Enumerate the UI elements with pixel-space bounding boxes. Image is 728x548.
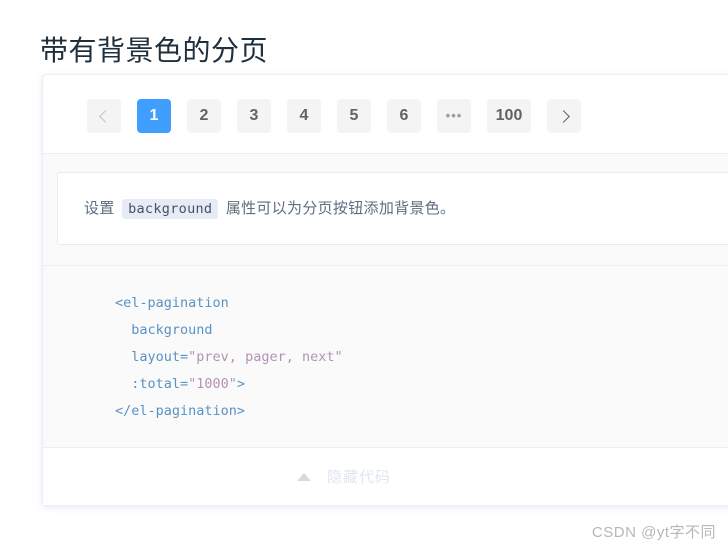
pagination-page-3[interactable]: 3 [237,99,271,133]
code-block: <el-pagination background layout="prev, … [43,290,728,425]
pagination-prev-button[interactable] [87,99,121,133]
pagination-page-100[interactable]: 100 [487,99,531,133]
hide-code-label: 隐藏代码 [326,469,391,486]
hide-code-button[interactable]: 隐藏代码 [43,448,728,505]
pagination-page-5[interactable]: 5 [337,99,371,133]
pagination-page-6[interactable]: 6 [387,99,421,133]
chevron-right-icon [556,109,570,123]
page-title: 带有背景色的分页 [40,34,269,66]
code-line-4-attr: :total= [131,376,189,392]
code-line-1: <el-pagination [115,295,229,311]
demo-card: 1 2 3 4 5 6 ••• 100 设置 background 属性可以为分… [42,74,728,506]
tip-suffix: 属性可以为分页按钮添加背景色。 [225,200,456,217]
code-line-4-value: "1000" [188,376,237,392]
pagination-more-button[interactable]: ••• [437,99,471,133]
pagination-page-4[interactable]: 4 [287,99,321,133]
pagination-page-1[interactable]: 1 [137,99,171,133]
code-line-3-attr: layout= [131,349,189,365]
code-line-2: background [131,322,213,338]
tip-prefix: 设置 [84,200,115,217]
pagination-page-2[interactable]: 2 [187,99,221,133]
code-line-3-value: "prev, pager, next" [188,349,343,365]
caret-up-icon [296,472,311,481]
code-line-5: </el-pagination> [115,403,246,419]
chevron-left-icon [98,109,112,123]
code-region: <el-pagination background layout="prev, … [43,266,728,448]
watermark: CSDN @yt字不同 [591,524,716,541]
pagination[interactable]: 1 2 3 4 5 6 ••• 100 [87,99,728,133]
description-region: 设置 background 属性可以为分页按钮添加背景色。 [43,154,728,266]
tip-text: 设置 background 属性可以为分页按钮添加背景色。 [84,195,720,222]
tip-box: 设置 background 属性可以为分页按钮添加背景色。 [57,172,728,245]
pagination-next-button[interactable] [547,99,581,133]
inline-code-background: background [122,199,219,219]
code-line-4-close: > [236,376,246,392]
pagination-region: 1 2 3 4 5 6 ••• 100 [43,75,728,154]
hide-code-inner: 隐藏代码 [296,466,391,487]
